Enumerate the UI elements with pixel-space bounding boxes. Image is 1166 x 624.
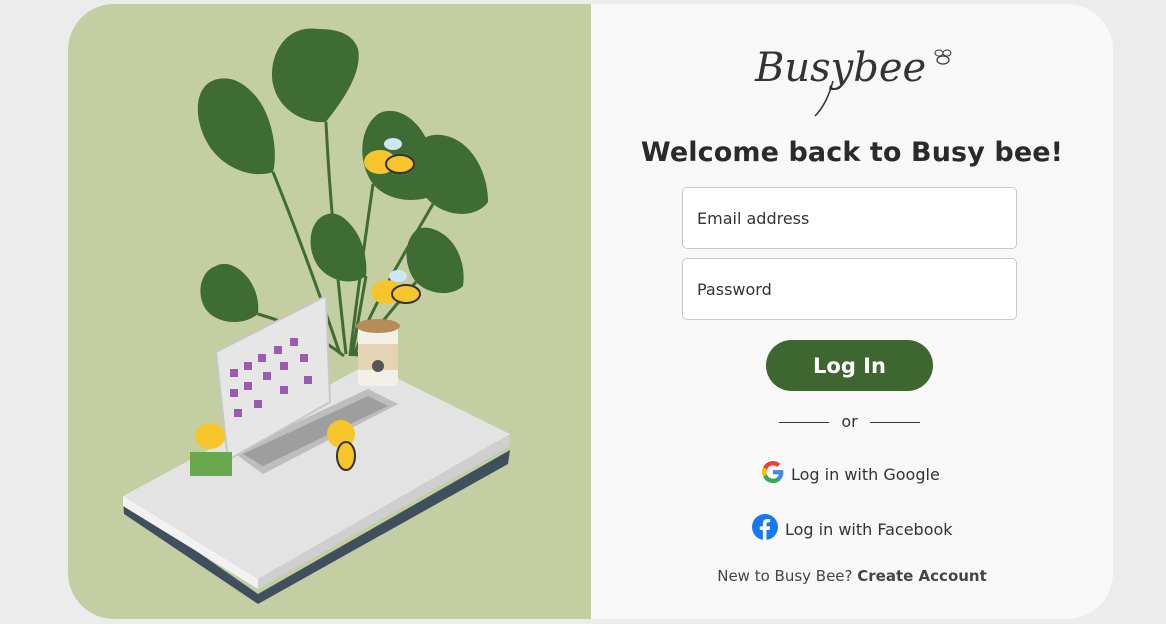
create-account-link[interactable]: Create Account: [857, 567, 987, 585]
login-form-panel: Busybee Welcome back to Busy bee! Log In…: [591, 4, 1113, 619]
google-login-button[interactable]: Log in with Google: [762, 461, 940, 487]
signup-prompt: New to Busy Bee? Create Account: [591, 567, 1113, 585]
password-field[interactable]: [682, 258, 1017, 320]
busybee-logo: Busybee: [754, 45, 952, 117]
or-divider: or: [779, 412, 920, 432]
facebook-login-label: Log in with Facebook: [785, 519, 953, 539]
svg-text:Busybee: Busybee: [754, 45, 926, 91]
google-icon: [762, 461, 784, 487]
illustration-panel: [68, 4, 591, 619]
login-button[interactable]: Log In: [766, 340, 933, 391]
workspace-plant-bees-illustration: [123, 28, 510, 604]
divider-line-right: [870, 422, 920, 423]
login-card: Busybee Welcome back to Busy bee! Log In…: [68, 4, 1113, 619]
page-title: Welcome back to Busy bee!: [640, 137, 1064, 168]
google-login-label: Log in with Google: [791, 464, 940, 484]
facebook-login-button[interactable]: Log in with Facebook: [752, 514, 953, 544]
facebook-icon: [752, 514, 778, 544]
signup-prompt-text: New to Busy Bee?: [717, 567, 853, 585]
email-field[interactable]: [682, 187, 1017, 249]
